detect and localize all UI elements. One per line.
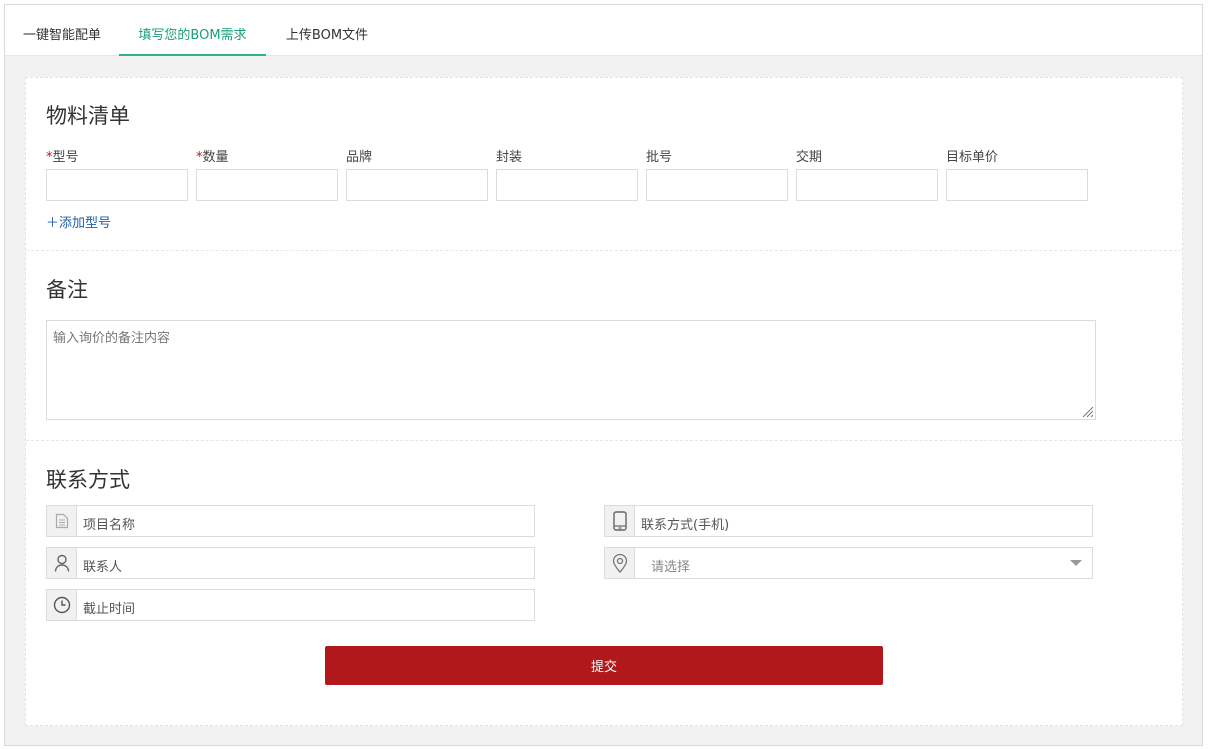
col-label-leadtime: 交期: [796, 150, 823, 165]
document-icon: [47, 506, 77, 536]
tab-smart-match[interactable]: 一键智能配单: [19, 5, 105, 56]
location-pin-icon: [605, 548, 635, 578]
tab-fill-bom[interactable]: 填写您的BOM需求: [119, 5, 266, 56]
add-model-link[interactable]: ＋添加型号: [46, 212, 111, 231]
clock-icon: [47, 590, 77, 620]
region-select[interactable]: 请选择: [604, 547, 1093, 579]
quantity-input[interactable]: [196, 169, 338, 201]
col-label-quantity: *数量: [196, 150, 229, 165]
region-select-value: 请选择: [651, 560, 691, 575]
user-icon: [47, 548, 77, 578]
brand-input[interactable]: [346, 169, 488, 201]
section-divider: [26, 440, 1182, 441]
col-label-target-price: 目标单价: [946, 150, 999, 165]
batch-input[interactable]: [646, 169, 788, 201]
phone-field[interactable]: 联系方式(手机): [604, 505, 1093, 537]
package-input[interactable]: [496, 169, 638, 201]
form-panel: 物料清单 *型号 *数量 品牌 封装 批号 交期 目标单价 ＋添加型号 备注 输…: [25, 77, 1183, 726]
phone-placeholder: 联系方式(手机): [641, 518, 730, 533]
tab-upload-bom[interactable]: 上传BOM文件: [280, 5, 374, 56]
chevron-down-icon[interactable]: [1070, 560, 1082, 566]
remark-placeholder: 输入询价的备注内容: [53, 331, 171, 346]
contact-section-title: 联系方式: [46, 468, 130, 492]
tab-bar: 一键智能配单 填写您的BOM需求 上传BOM文件: [5, 5, 1202, 56]
deadline-field[interactable]: 截止时间: [46, 589, 535, 621]
contact-person-field[interactable]: 联系人: [46, 547, 535, 579]
col-label-batch: 批号: [646, 150, 673, 165]
mobile-phone-icon: [605, 506, 635, 536]
col-label-package: 封装: [496, 150, 523, 165]
remark-textarea[interactable]: 输入询价的备注内容: [46, 320, 1096, 420]
project-name-placeholder: 项目名称: [83, 518, 136, 533]
section-divider: [26, 250, 1182, 251]
project-name-field[interactable]: 项目名称: [46, 505, 535, 537]
submit-button[interactable]: 提交: [325, 646, 883, 685]
col-label-model: *型号: [46, 150, 79, 165]
resize-grip-icon[interactable]: [1080, 404, 1094, 418]
bom-section-title: 物料清单: [46, 104, 130, 128]
deadline-placeholder: 截止时间: [83, 602, 136, 617]
model-input[interactable]: [46, 169, 188, 201]
target-price-input[interactable]: [946, 169, 1088, 201]
col-label-brand: 品牌: [346, 150, 373, 165]
contact-person-placeholder: 联系人: [83, 560, 123, 575]
leadtime-input[interactable]: [796, 169, 938, 201]
remark-section-title: 备注: [46, 278, 88, 302]
bom-request-frame: 一键智能配单 填写您的BOM需求 上传BOM文件 物料清单 *型号 *数量 品牌…: [4, 4, 1203, 746]
